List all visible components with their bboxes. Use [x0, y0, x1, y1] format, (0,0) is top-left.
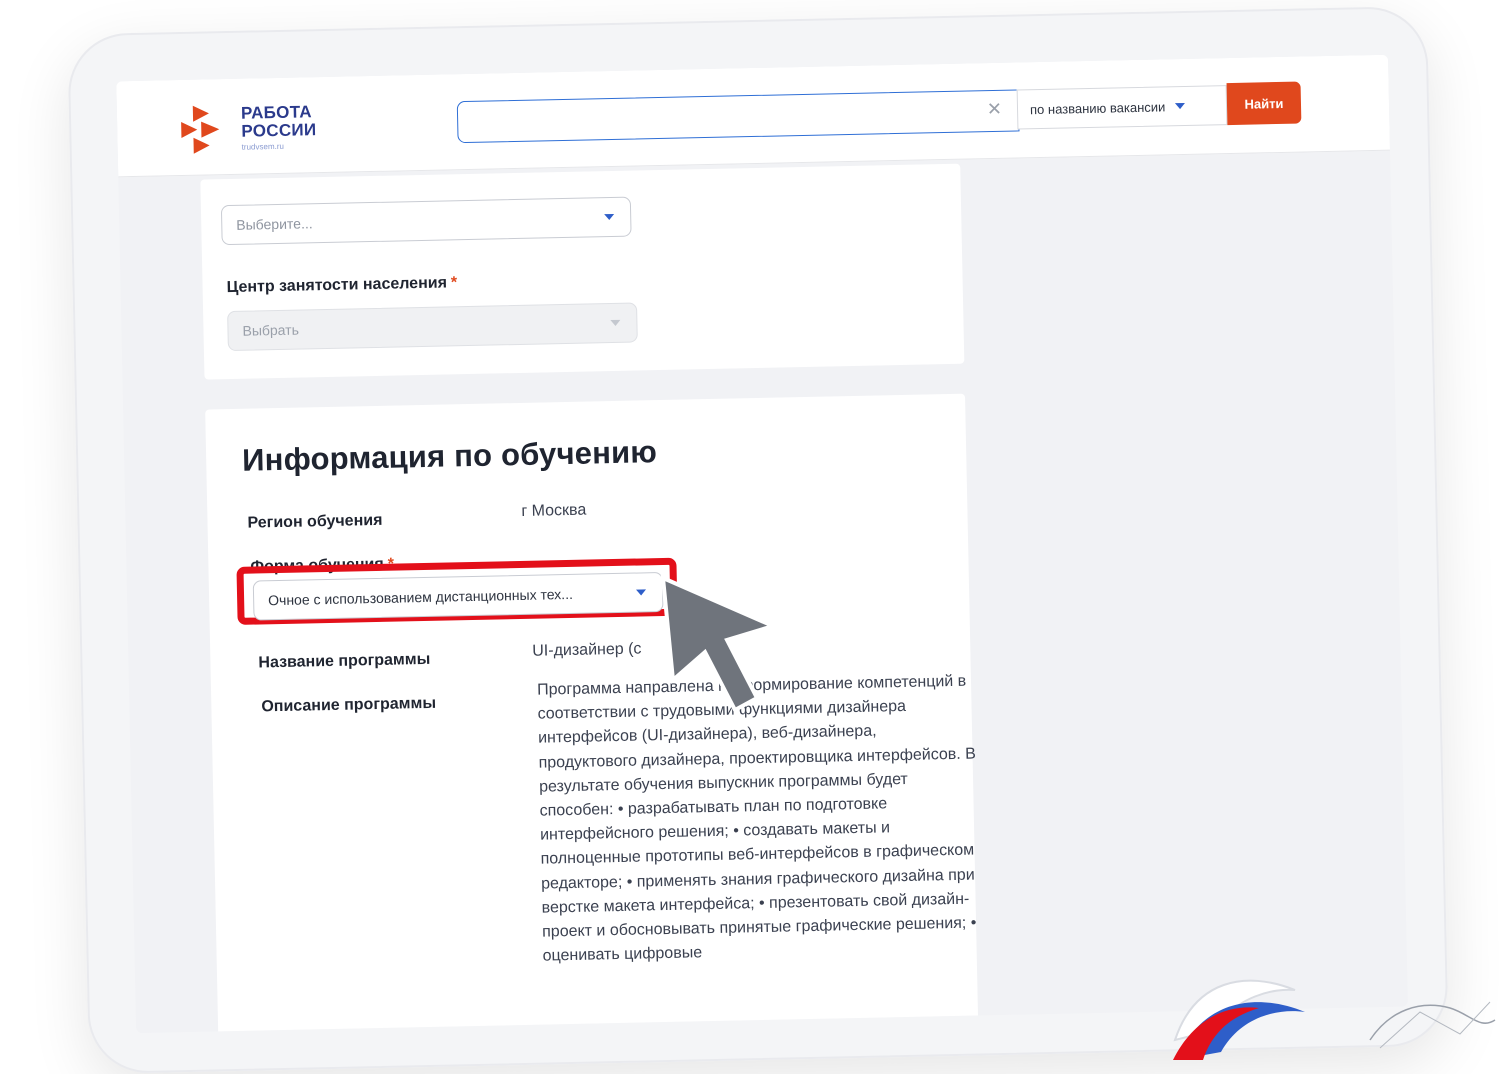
- logo-line-2: РОССИИ: [241, 120, 317, 141]
- form-select[interactable]: Очное с использованием дистанционных тех…: [252, 572, 664, 621]
- training-heading: Информация по обучению: [241, 434, 658, 478]
- search-box: ✕: [456, 89, 1020, 144]
- required-asterisk: *: [450, 274, 458, 292]
- employment-center-label-text: Центр занятости населения: [226, 274, 448, 297]
- clear-icon[interactable]: ✕: [987, 99, 1003, 120]
- region-value: г Москва: [521, 501, 587, 520]
- tablet-frame: РАБОТА РОССИИ trudvsem.ru ✕ по названию …: [67, 5, 1449, 1074]
- program-description-label: Описание программы: [261, 694, 437, 716]
- app-screen: РАБОТА РОССИИ trudvsem.ru ✕ по названию …: [116, 54, 1408, 1034]
- chevron-down-icon: [1175, 102, 1186, 110]
- chevron-down-icon: [636, 589, 647, 596]
- program-name-label: Название программы: [258, 650, 431, 672]
- employment-center-label: Центр занятости населения *: [226, 274, 457, 297]
- chevron-down-icon: [604, 213, 615, 221]
- logo-arrows-icon: [181, 105, 220, 154]
- training-info-card: Информация по обучению Регион обучения г…: [205, 393, 980, 1034]
- find-button[interactable]: Найти: [1226, 81, 1302, 126]
- employment-center-select[interactable]: Выбрать: [227, 302, 638, 352]
- search-mode-dropdown[interactable]: по названию вакансии: [1016, 85, 1228, 130]
- filters-card: Выберите... Центр занятости населения * В…: [200, 163, 965, 380]
- form-select-value: Очное с использованием дистанционных тех…: [267, 585, 574, 609]
- top-select[interactable]: Выберите...: [220, 196, 632, 246]
- region-label: Регион обучения: [247, 511, 383, 532]
- logo-domain: trudvsem.ru: [241, 141, 284, 152]
- network-sketch-icon: [1369, 1001, 1496, 1049]
- top-select-placeholder: Выберите...: [236, 215, 313, 233]
- chevron-down-icon: [610, 319, 621, 327]
- mouse-pointer-icon: [660, 574, 779, 713]
- program-name-value: UI-дизайнер (с: [532, 640, 642, 660]
- search-input[interactable]: [457, 91, 983, 141]
- employment-center-placeholder: Выбрать: [242, 321, 300, 339]
- rabota-rossii-logo[interactable]: РАБОТА РОССИИ trudvsem.ru: [179, 100, 360, 164]
- search-mode-label: по названию вакансии: [1029, 98, 1166, 117]
- top-header: РАБОТА РОССИИ trudvsem.ru ✕ по названию …: [116, 54, 1390, 178]
- party-flag-logo-icon: [1173, 979, 1305, 1060]
